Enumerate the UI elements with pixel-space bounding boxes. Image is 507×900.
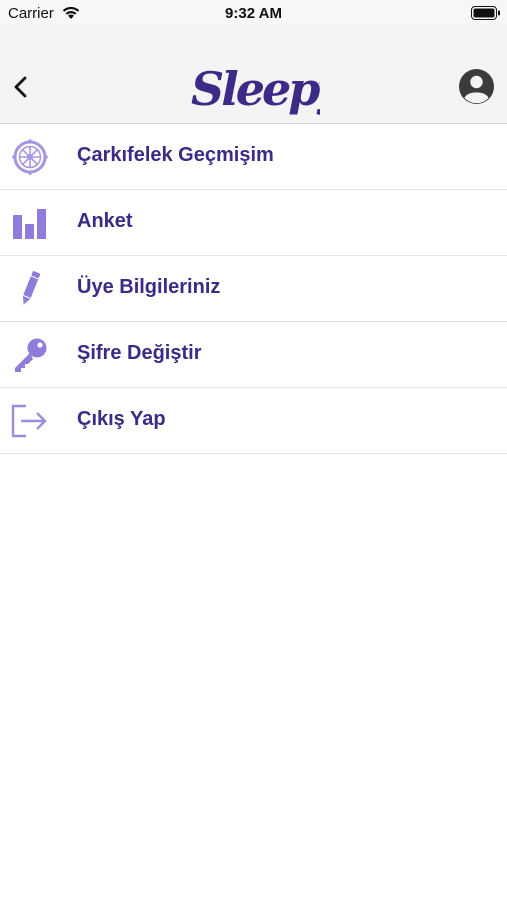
wheel-of-fortune-icon: [12, 139, 48, 175]
menu-item-label: Anket: [77, 210, 133, 232]
key-icon: [15, 338, 47, 372]
header-bar: Sleepy: [0, 25, 507, 124]
menu-item-logout[interactable]: Çıkış Yap: [0, 388, 507, 454]
status-time: 9:32 AM: [225, 5, 282, 22]
profile-button[interactable]: [458, 68, 495, 105]
pencil-icon: [22, 271, 41, 305]
menu-item-label: Çıkış Yap: [77, 408, 166, 430]
menu-item-label: Şifre Değiştir: [77, 342, 202, 364]
menu-item-wheel-history[interactable]: Çarkıfelek Geçmişim: [0, 124, 507, 190]
menu-item-survey[interactable]: Anket: [0, 190, 507, 256]
status-bar: Carrier 9:32 AM: [0, 0, 507, 25]
profile-menu: Çarkıfelek Geçmişim Anket Üye Bilgilerin…: [0, 124, 507, 454]
logo-text: Sleepy: [191, 62, 320, 116]
app-logo: Sleepy: [191, 62, 320, 116]
menu-item-member-info[interactable]: Üye Bilgileriniz: [0, 256, 507, 322]
logout-icon: [11, 404, 47, 438]
menu-item-change-password[interactable]: Şifre Değiştir: [0, 322, 507, 388]
menu-item-label: Üye Bilgileriniz: [77, 276, 221, 298]
menu-item-label: Çarkıfelek Geçmişim: [77, 144, 274, 166]
back-button[interactable]: [10, 73, 32, 101]
bar-chart-icon: [13, 209, 46, 239]
battery-icon: [471, 6, 500, 20]
